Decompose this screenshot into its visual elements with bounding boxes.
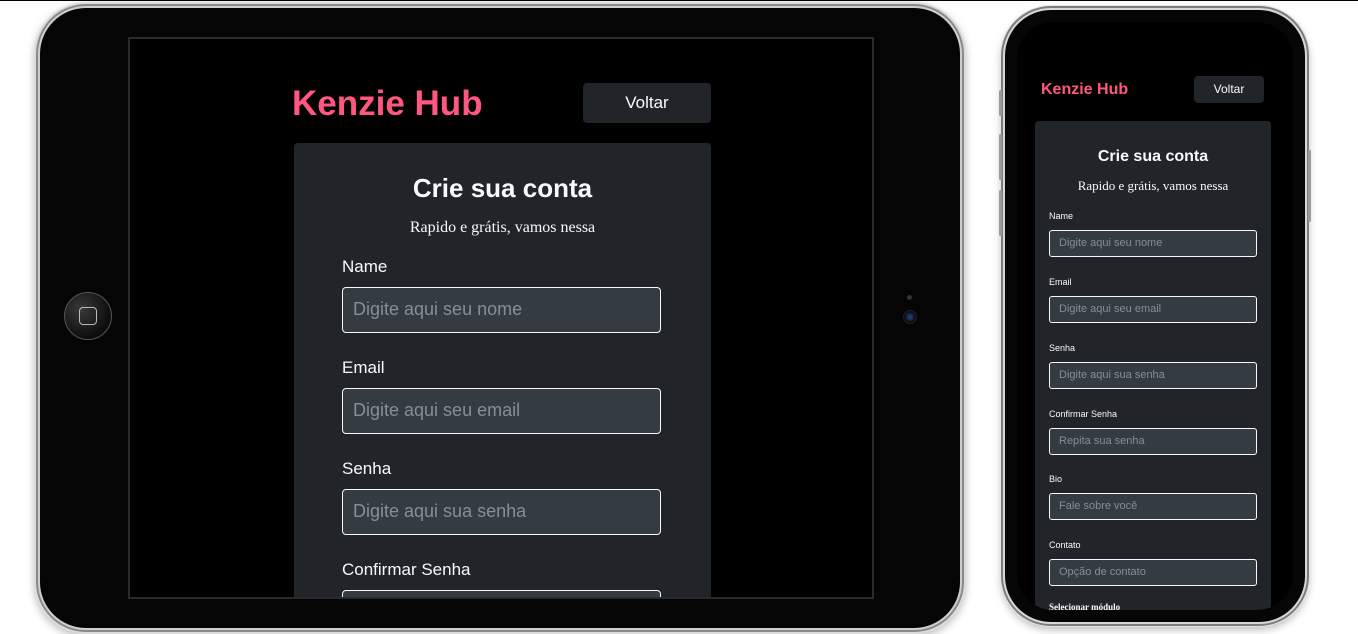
home-square-icon bbox=[79, 307, 97, 325]
name-input[interactable]: Digite aqui seu nome bbox=[1049, 230, 1257, 257]
phone-screen: Kenzie Hub Voltar Crie sua conta Rapido … bbox=[1017, 22, 1293, 610]
name-label: Name bbox=[342, 257, 388, 276]
module-label: Selecionar módulo bbox=[1049, 602, 1121, 610]
mute-switch bbox=[999, 90, 1002, 116]
form-subtitle: Rapido e grátis, vamos nessa bbox=[1077, 178, 1229, 193]
password-input[interactable]: Digite aqui sua senha bbox=[1049, 362, 1257, 389]
form-title: Crie sua conta bbox=[412, 173, 593, 203]
form-title: Crie sua conta bbox=[1097, 148, 1209, 165]
phone-device-frame: Kenzie Hub Voltar Crie sua conta Rapido … bbox=[999, 10, 1311, 622]
sensor-dot-icon bbox=[907, 295, 912, 300]
logo: Kenzie Hub bbox=[1041, 81, 1129, 98]
password-input[interactable]: Digite aqui sua senha bbox=[342, 489, 661, 535]
confirm-password-input[interactable]: Repita sua senha bbox=[1049, 428, 1257, 455]
tablet-device-frame: Kenzie Hub Voltar Crie sua conta Rapido … bbox=[40, 8, 960, 628]
name-input[interactable]: Digite aqui seu nome bbox=[342, 287, 661, 333]
back-button[interactable]: Voltar bbox=[583, 83, 711, 123]
top-border-line bbox=[0, 0, 1358, 1]
tablet-screen: Kenzie Hub Voltar Crie sua conta Rapido … bbox=[128, 37, 874, 599]
email-input[interactable]: Digite aqui seu email bbox=[1049, 296, 1257, 323]
camera-icon bbox=[903, 310, 917, 324]
logo: Kenzie Hub bbox=[292, 84, 483, 123]
confirm-password-label: Confirmar Senha bbox=[1049, 409, 1118, 419]
bio-label: Bio bbox=[1049, 474, 1063, 484]
form-subtitle: Rapido e grátis, vamos nessa bbox=[409, 219, 596, 236]
home-button-icon bbox=[64, 292, 112, 340]
back-button[interactable]: Voltar bbox=[1194, 76, 1264, 103]
password-label: Senha bbox=[1049, 343, 1076, 353]
confirm-password-input[interactable] bbox=[342, 590, 661, 597]
register-form-card: Crie sua conta Rapido e grátis, vamos ne… bbox=[1035, 121, 1271, 610]
email-label: Email bbox=[342, 358, 385, 377]
volume-up-button bbox=[999, 134, 1002, 180]
email-label: Email bbox=[1049, 277, 1072, 287]
name-label: Name bbox=[1049, 211, 1074, 221]
password-label: Senha bbox=[342, 459, 392, 478]
confirm-password-label: Confirmar Senha bbox=[342, 560, 471, 579]
volume-down-button bbox=[999, 190, 1002, 236]
contact-input[interactable]: Opção de contato bbox=[1049, 559, 1257, 586]
register-form-card: Crie sua conta Rapido e grátis, vamos ne… bbox=[294, 143, 711, 597]
email-input[interactable]: Digite aqui seu email bbox=[342, 388, 661, 434]
bio-input[interactable]: Fale sobre você bbox=[1049, 493, 1257, 520]
power-button bbox=[1308, 150, 1311, 222]
contact-label: Contato bbox=[1049, 540, 1081, 550]
